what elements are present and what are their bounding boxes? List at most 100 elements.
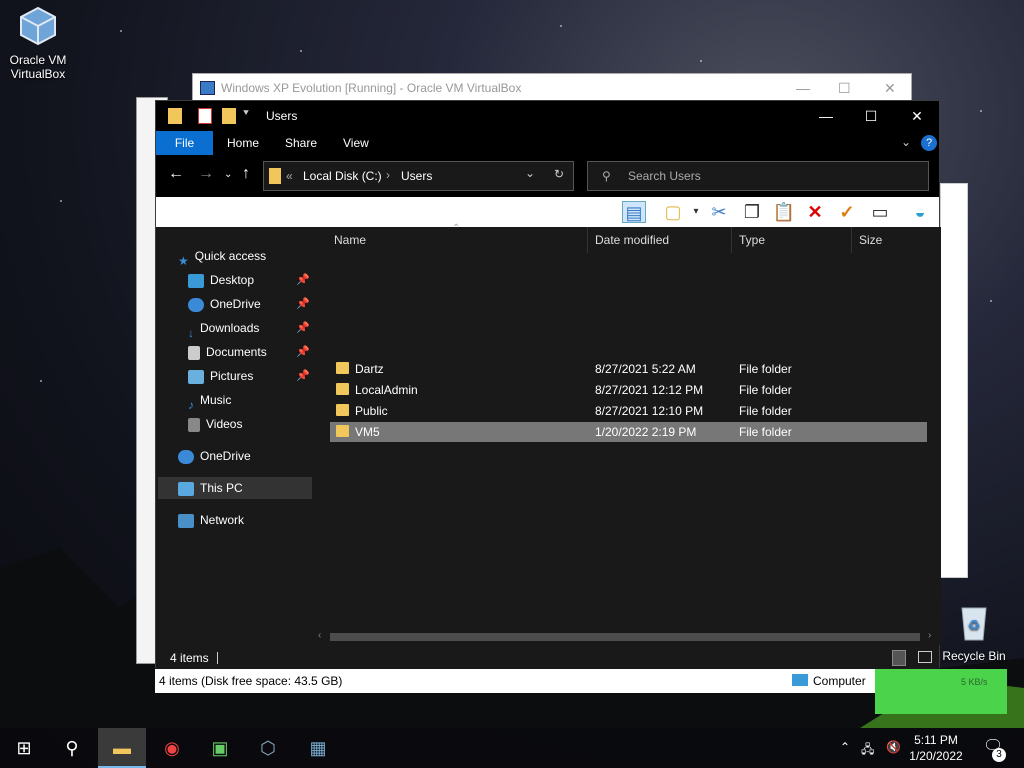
nav-documents-label: Documents [206,345,267,359]
back-arrow-icon[interactable]: ← [168,165,184,183]
nav-network-label: Network [200,513,245,527]
refresh-icon[interactable]: ↻ [554,167,564,181]
volume-muted-icon[interactable]: 🔇 [886,740,901,754]
nav-item-desktop[interactable]: Desktop 📌 [188,269,310,291]
virtualbox-desktop-icon[interactable]: Oracle VM VirtualBox [2,6,74,81]
virtualbox-taskbar-icon[interactable]: ⬡ [244,728,292,768]
file-type: File folder [739,383,792,397]
windows-start-icon[interactable]: ⊞ [0,728,48,768]
new-item-dropdown-icon[interactable]: ▾ [684,201,708,223]
folder-icon [336,383,349,395]
nav-this-pc[interactable]: This PC [158,477,312,499]
chrome-icon[interactable]: ◉ [148,728,196,768]
tab-share[interactable]: Share [271,131,331,155]
file-name: Public [355,404,388,418]
new-item-icon[interactable]: ▢ [661,201,685,223]
up-arrow-icon[interactable]: ↑ [242,165,250,183]
breadcrumb-users[interactable]: Users [401,169,432,183]
tab-home[interactable]: Home [213,131,273,155]
shell-icon[interactable]: ◒ [908,201,932,223]
maximize-icon[interactable]: ☐ [838,74,851,102]
details-view-icon[interactable] [892,650,906,666]
column-header-type[interactable]: Type [739,233,765,249]
pin-icon[interactable]: 📌 [296,365,310,387]
ribbon-expand-icon[interactable]: ⌄ [901,135,911,149]
maximize-button[interactable]: ☐ [848,101,894,131]
virtualbox-icon [20,6,56,46]
close-icon[interactable]: ✕ [884,74,896,102]
pin-icon[interactable]: 📌 [296,293,310,315]
search-input[interactable]: ⚲ Search Users [587,161,929,191]
file-explorer-window[interactable]: ⯆ Users — ☐ ✕ File Home Share View ⌄ ? ←… [155,100,941,669]
file-type: File folder [739,425,792,439]
file-explorer-taskbar-icon[interactable]: ▬ [98,728,146,768]
column-divider[interactable] [731,227,732,253]
folder-icon [336,404,349,416]
checkmark-icon[interactable]: ✓ [835,201,859,223]
scroll-left-icon[interactable]: ‹ [318,630,321,641]
address-overflow-icon[interactable]: « [286,169,293,183]
minimize-button[interactable]: — [803,101,849,131]
nav-item-onedrive[interactable]: OneDrive 📌 [188,293,310,315]
cloud-icon [188,297,204,312]
column-header-size[interactable]: Size [859,233,882,249]
nav-item-documents[interactable]: Documents 📌 [188,341,310,363]
pin-icon[interactable]: 📌 [296,269,310,291]
column-divider[interactable] [587,227,588,253]
preview-pane-icon[interactable]: ▤ [622,201,646,223]
search-icon[interactable]: ⚲ [48,728,96,768]
customize-quick-access-icon[interactable]: ⯆ [242,108,256,124]
address-bar[interactable]: « Local Disk (C:) › Users ⌄ ↻ [263,161,574,191]
nav-item-downloads[interactable]: ↓ Downloads 📌 [188,317,310,340]
forward-arrow-icon[interactable]: → [198,165,214,183]
nav-onedrive-root-label: OneDrive [200,449,251,463]
nav-item-videos[interactable]: Videos [188,413,242,435]
properties-icon[interactable] [198,108,212,124]
properties-card-icon[interactable]: ▭ [868,201,892,223]
svg-text:♻: ♻ [968,617,981,633]
address-history-icon[interactable]: ⌄ [525,166,535,180]
vm-window-titlebar[interactable]: Windows XP Evolution [Running] - Oracle … [193,74,911,102]
recycle-bin-desktop-icon[interactable]: ♻ Recycle Bin [938,602,1010,663]
nav-item-pictures[interactable]: Pictures 📌 [188,365,310,387]
new-folder-icon[interactable] [222,108,236,124]
cut-icon[interactable]: ✂ [707,201,731,223]
column-header-name[interactable]: Name [334,233,366,249]
file-row-selected[interactable]: VM5 1/20/2022 2:19 PM File folder [330,422,927,442]
show-hidden-icons-icon[interactable]: ⌃ [840,740,850,754]
file-row[interactable]: LocalAdmin 8/27/2021 12:12 PM File folde… [330,380,927,400]
help-icon[interactable]: ? [921,135,937,151]
horizontal-scrollbar[interactable]: ‹ › [316,630,939,644]
minimize-icon[interactable]: — [796,74,810,102]
file-row[interactable]: Public 8/27/2021 12:10 PM File folder [330,401,927,421]
clock-date: 1/20/2022 [909,749,963,763]
explorer-titlebar[interactable]: ⯆ Users — ☐ ✕ [156,101,939,131]
clock[interactable]: 5:11 PM 1/20/2022 [906,732,966,764]
pin-icon[interactable]: 📌 [296,341,310,363]
film-icon [188,417,200,432]
scroll-right-icon[interactable]: › [928,630,931,641]
scroll-thumb[interactable] [330,633,920,641]
recent-locations-icon[interactable]: ⌄ [224,169,232,180]
virtualbox-desktop-label: Oracle VM VirtualBox [9,53,67,81]
tab-view[interactable]: View [329,131,383,155]
breadcrumb-local-disk[interactable]: Local Disk (C:) [303,169,382,183]
windows-2000-vm-icon[interactable]: ▦ [294,728,342,768]
network-status-icon[interactable]: 🖧 [861,740,874,761]
paste-icon[interactable]: 📋 [772,201,796,223]
nav-item-music[interactable]: ♪ Music [188,389,231,412]
app-installer-icon[interactable]: ▣ [196,728,244,768]
column-header-date[interactable]: Date modified [595,233,669,249]
delete-icon[interactable]: ✕ [803,201,827,223]
nav-network[interactable]: Network [178,509,244,531]
nav-onedrive[interactable]: OneDrive [178,445,251,467]
copy-icon[interactable]: ❐ [740,201,764,223]
recycle-bin-icon: ♻ [961,607,987,641]
close-button[interactable]: ✕ [894,101,940,131]
pin-icon[interactable]: 📌 [296,317,310,339]
file-row[interactable]: Dartz 8/27/2021 5:22 AM File folder [330,359,927,379]
nav-quick-access[interactable]: ★ Quick access [178,245,266,268]
tab-file[interactable]: File [156,131,213,155]
large-icons-view-icon[interactable] [918,651,932,663]
column-divider[interactable] [851,227,852,253]
